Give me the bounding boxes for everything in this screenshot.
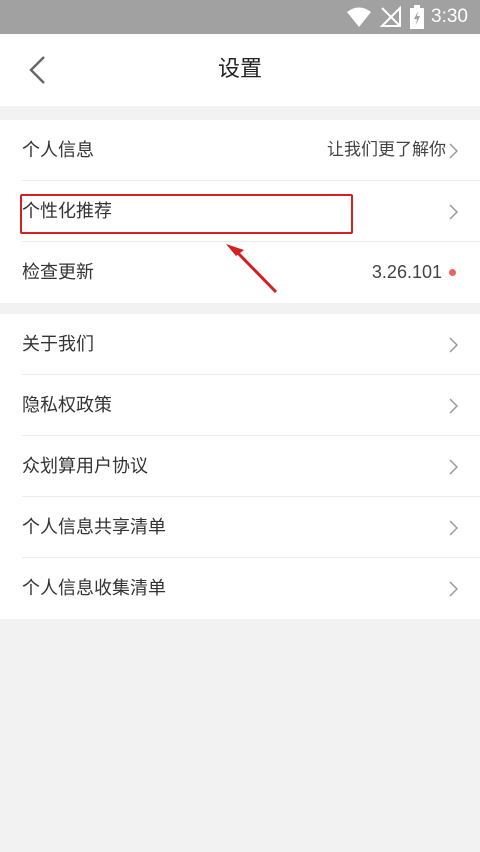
highlight-box	[20, 194, 353, 234]
chevron-right-icon	[449, 581, 458, 597]
row-personal-info[interactable]: 个人信息 让我们更了解你	[22, 120, 480, 181]
annotation-arrow	[226, 244, 278, 294]
chevron-right-icon	[449, 337, 458, 353]
version-text: 3.26.101	[371, 262, 442, 282]
chevron-right-icon	[449, 204, 458, 220]
row-label: 众划算用户协议	[22, 456, 148, 477]
signal-icon	[380, 6, 401, 27]
chevron-right-icon	[449, 459, 458, 475]
status-bar: 3:30	[0, 0, 480, 34]
chevron-right-icon	[449, 398, 458, 414]
row-label: 个人信息收集清单	[22, 578, 166, 599]
wifi-icon	[347, 7, 371, 27]
row-label: 个人信息共享清单	[22, 517, 166, 538]
chevron-right-icon	[449, 143, 458, 159]
row-label: 个人信息	[22, 140, 94, 161]
settings-group-2: 关于我们 隐私权政策 众划算用户协议 个人信息共享清单 个人信息收集清单	[0, 314, 480, 619]
row-label: 隐私权政策	[22, 395, 112, 416]
row-user-agreement[interactable]: 众划算用户协议	[22, 436, 480, 497]
row-about-us[interactable]: 关于我们	[22, 314, 480, 375]
row-info-sharing-list[interactable]: 个人信息共享清单	[22, 497, 480, 558]
row-privacy-policy[interactable]: 隐私权政策	[22, 375, 480, 436]
status-time: 3:30	[431, 6, 468, 27]
row-value: 让我们更了解你	[327, 140, 446, 160]
update-dot	[449, 269, 456, 276]
header: 设置	[0, 34, 480, 106]
row-label: 关于我们	[22, 334, 94, 355]
page-title: 设置	[217, 57, 262, 82]
row-label: 检查更新	[22, 262, 94, 283]
battery-icon	[410, 5, 424, 29]
chevron-right-icon	[449, 520, 458, 536]
row-info-collection-list[interactable]: 个人信息收集清单	[22, 558, 480, 619]
